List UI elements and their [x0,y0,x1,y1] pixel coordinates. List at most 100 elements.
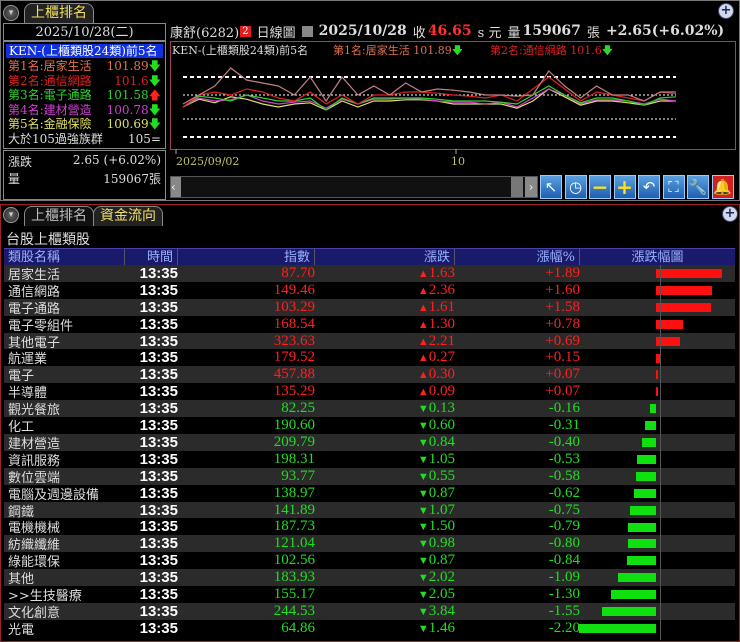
time-cell: 13:35 [139,569,178,587]
header-bar[interactable]: 漲跌幅圖 [580,249,735,265]
table-row[interactable]: 建材營造 13:35 209.79 ▼0.84 -0.40 [4,433,735,452]
zoom-in-icon-2[interactable]: + [722,206,738,222]
sector-name: 光電 [8,622,35,638]
time-cell: 13:35 [139,535,178,553]
table-row[interactable]: 鋼鐵 13:35 141.89 ▼1.07 -0.75 [4,501,735,520]
fit-icon[interactable]: ⛶ [662,175,685,199]
table-row[interactable]: 半導體 13:35 135.29 ▲0.09 +0.07 [4,383,735,401]
change-cell: ▼1.46 [417,619,455,636]
arrow-down-icon: ▼ [417,504,429,517]
index-cell: 179.52 [273,349,315,366]
loss-bar [645,421,656,431]
change-cell: ▼0.13 [417,400,455,417]
table-row[interactable]: 電子 13:35 457.88 ▲0.30 +0.07 [4,366,735,384]
time-cell: 13:35 [139,433,178,451]
index-cell: 155.17 [273,586,315,603]
table-row[interactable]: 通信網路 13:35 149.46 ▲2.36 +1.60 [4,281,735,300]
plus-icon[interactable]: + [613,175,636,199]
arrow-up-icon: ▲ [417,352,429,365]
time-cell: 13:35 [139,383,178,401]
header-pct[interactable]: 漲幅% [455,249,580,265]
table-row[interactable]: 電機機械 13:35 187.73 ▼1.50 -0.79 [4,518,735,536]
change-cell: ▲1.61 [417,298,455,315]
index-cell: 168.54 [273,315,315,332]
pct-cell: -0.84 [548,552,580,569]
tab-otc-ranking-2[interactable]: 上櫃排名 [24,206,94,226]
loss-bar [629,505,656,515]
change-cell: ▲0.09 [417,383,455,400]
undo-icon[interactable]: ↶ [638,175,660,199]
table-row[interactable]: >>生技醫療 13:35 155.17 ▼2.05 -1.30 [4,586,735,604]
pct-cell: -2.20 [548,619,580,636]
arrow-up-icon: ▲ [417,318,429,331]
table-title: 台股上櫃類股 [6,232,90,248]
table-row[interactable]: 其他 13:35 183.93 ▼2.02 -1.09 [4,569,735,587]
header-time[interactable]: 時間 [125,249,178,265]
minus-icon[interactable]: − [589,175,611,199]
bar-cell [580,569,735,586]
time-cell: 13:35 [139,349,178,367]
index-cell: 138.97 [273,484,315,501]
pct-cell: +1.60 [545,281,580,298]
table-row[interactable]: 其他電子 13:35 323.63 ▲2.21 +0.69 [4,332,735,351]
arrow-up-icon: ▲ [417,301,429,314]
wrench-icon[interactable]: 🔧 [687,175,709,199]
table-row[interactable]: 綠能環保 13:35 102.56 ▼0.87 -0.84 [4,552,735,570]
tab-fund-flow[interactable]: 資金流向 [93,206,163,226]
bar-cell [580,502,735,519]
table-row[interactable]: 紡織纖維 13:35 121.04 ▼0.98 -0.80 [4,535,735,553]
arrow-down-icon: ▼ [417,538,429,551]
header-change[interactable]: 漲跌 [315,249,455,265]
table-row[interactable]: 居家生活 13:35 87.70 ▲1.63 +1.89 [4,264,735,283]
collapse-icon-2[interactable]: ▾ [3,207,19,223]
bar-cell [579,620,735,637]
table-row[interactable]: 數位雲端 13:35 93.77 ▼0.55 -0.58 [4,467,735,486]
table-row[interactable]: 光電 13:35 64.86 ▼1.46 -2.20 [4,619,735,638]
scroll-right-button[interactable]: › [525,177,537,197]
table-row[interactable]: 電子零組件 13:35 168.54 ▲1.30 +0.78 [4,315,735,334]
arrow-down-icon: ▼ [417,420,429,433]
arrow-down-icon: ▼ [417,572,429,585]
pct-cell: -0.58 [548,467,580,484]
bar-cell [580,265,735,282]
arrow-up-icon: ▲ [417,386,429,399]
arrow-up-icon: ▲ [417,335,429,348]
bar-cell [580,603,735,620]
change-cell: ▲1.63 [417,264,455,281]
table-row[interactable]: 觀光餐旅 13:35 82.25 ▼0.13 -0.16 [4,400,735,418]
index-cell: 198.31 [273,450,315,467]
bell-icon[interactable]: 🔔 [711,175,734,199]
clock-icon[interactable]: ◷ [564,175,587,199]
pct-cell: -0.53 [548,450,580,467]
loss-bar [628,522,656,532]
change-cell: ▼0.84 [417,433,455,450]
table-row[interactable]: 航運業 13:35 179.52 ▲0.27 +0.15 [4,349,735,367]
time-cell: 13:35 [139,281,178,299]
time-cell: 13:35 [139,332,178,350]
time-cell: 13:35 [139,484,178,502]
table-row[interactable]: 電腦及週邊設備 13:35 138.97 ▼0.87 -0.62 [4,484,735,503]
table-row[interactable]: 電子通路 13:35 103.29 ▲1.61 +1.58 [4,298,735,317]
table-row[interactable]: 化工 13:35 190.60 ▼0.60 -0.31 [4,417,735,435]
time-cell: 13:35 [139,501,178,519]
pct-cell: -0.79 [548,518,580,535]
table-row[interactable]: 資訊服務 13:35 198.31 ▼1.05 -0.53 [4,450,735,469]
header-index[interactable]: 指數 [178,249,315,265]
index-cell: 141.89 [273,501,315,518]
arrow-down-icon: ▼ [417,436,429,449]
table-row[interactable]: 文化創意 13:35 244.53 ▼3.84 -1.55 [4,603,735,621]
index-cell: 103.29 [273,298,315,315]
change-cell: ▲2.36 [417,281,455,298]
gain-bar [656,387,659,397]
header-name[interactable]: 類股名稱 [4,249,125,265]
scroll-thumb[interactable] [511,177,523,197]
x-label-start: 2025/09/02 [176,155,240,168]
bar-cell [580,299,735,316]
loss-bar [634,488,656,498]
scrollbar[interactable]: ‹ › [170,176,538,198]
scroll-left-button[interactable]: ‹ [171,177,181,197]
arrow-up-icon: ▲ [417,267,429,280]
arrow-up-left-icon[interactable]: ↖ [540,175,562,199]
bar-cell [580,451,735,468]
arrow-up-icon: ▲ [417,369,429,382]
